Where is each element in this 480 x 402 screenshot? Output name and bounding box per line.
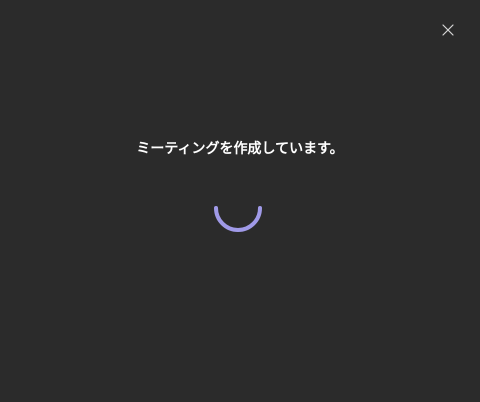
status-message: ミーティングを作成しています。 [136, 141, 344, 157]
loading-spinner-icon [210, 192, 266, 248]
meeting-creation-dialog: ミーティングを作成しています。 [0, 0, 480, 402]
close-icon [442, 24, 454, 36]
close-button[interactable] [436, 18, 460, 42]
